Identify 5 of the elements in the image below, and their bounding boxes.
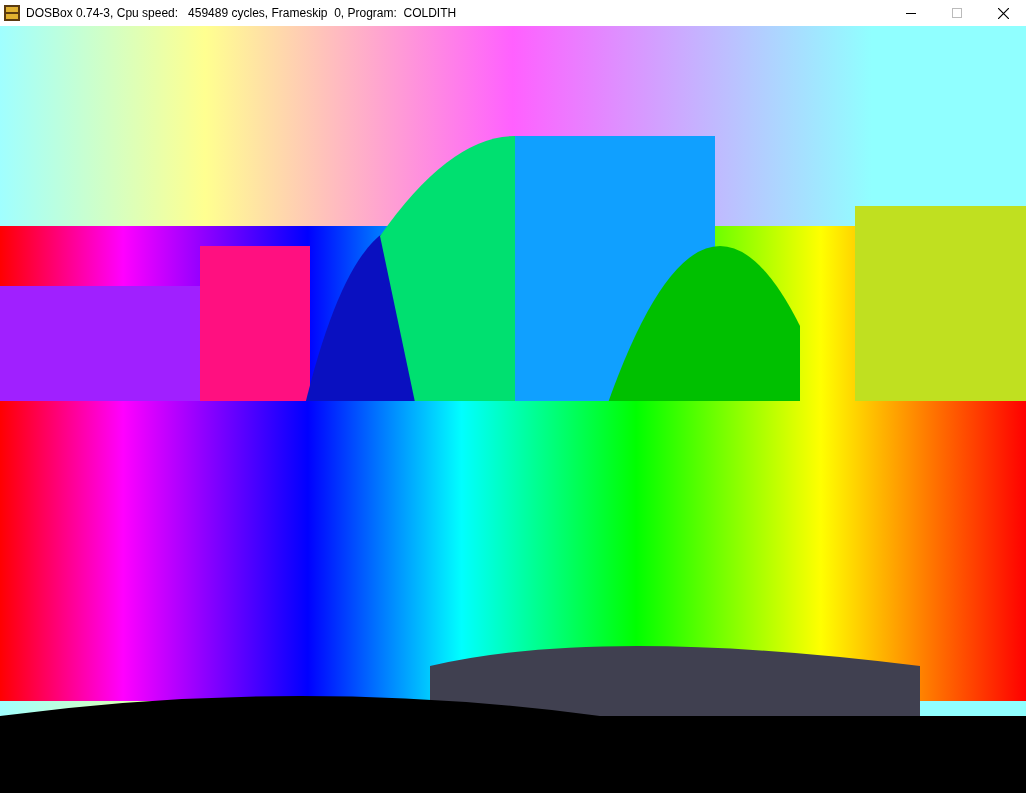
maximize-icon — [952, 8, 962, 18]
minimize-icon — [906, 12, 916, 14]
window-title: DOSBox 0.74-3, Cpu speed: 459489 cycles, Frameskip 0, Program: COLDITH — [26, 5, 457, 22]
close-icon — [997, 7, 1009, 19]
app-icon — [4, 5, 20, 21]
